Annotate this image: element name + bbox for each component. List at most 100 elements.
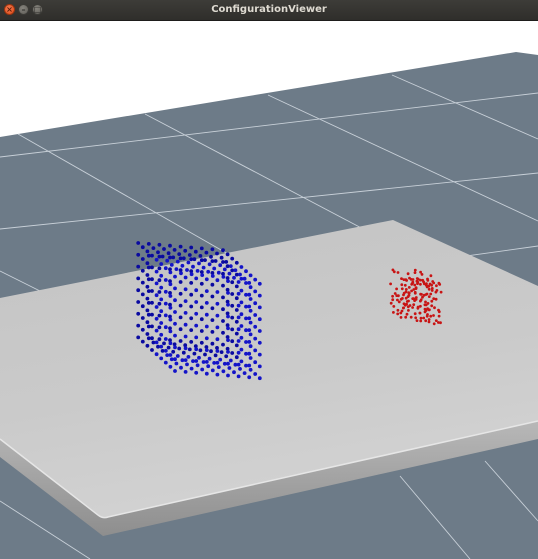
red-particle (416, 277, 420, 281)
blue-particle (257, 329, 262, 333)
red-particle (389, 301, 393, 305)
blue-particle (210, 282, 215, 287)
blue-particle (163, 325, 168, 330)
blue-particle (173, 298, 177, 303)
blue-particle (195, 363, 200, 368)
blue-particle (238, 272, 242, 277)
blue-particle (136, 276, 141, 281)
red-particle (407, 286, 411, 289)
blue-particle (157, 301, 162, 306)
3d-viewport[interactable] (0, 21, 538, 559)
blue-particle (209, 349, 213, 354)
blue-particle (221, 295, 225, 300)
blue-particle (157, 290, 162, 294)
blue-particle (242, 371, 247, 375)
blue-particle (236, 327, 241, 332)
blue-particle (150, 336, 154, 341)
blue-particle (230, 351, 235, 355)
red-particle (429, 274, 433, 278)
blue-particle (191, 264, 195, 269)
blue-particle (233, 268, 238, 273)
blue-particle (136, 300, 141, 304)
red-particle (424, 283, 428, 287)
blue-particle (159, 321, 164, 325)
blue-particle (150, 312, 154, 317)
blue-particle (173, 369, 177, 373)
blue-particle (257, 364, 262, 369)
blue-particle (200, 367, 205, 372)
red-particle (427, 318, 431, 321)
red-particle (404, 315, 408, 319)
blue-particle (194, 323, 199, 328)
red-particle (404, 288, 408, 291)
blue-particle (247, 340, 252, 344)
red-particle (427, 308, 431, 312)
blue-particle (248, 285, 253, 290)
blue-particle (136, 335, 141, 340)
blue-particle (183, 311, 188, 315)
red-particle (435, 289, 439, 292)
blue-particle (253, 313, 258, 317)
blue-particle (175, 259, 180, 264)
blue-particle (159, 332, 164, 337)
red-particle (399, 311, 403, 315)
blue-particle (248, 320, 253, 325)
blue-particle (210, 247, 215, 252)
blue-particle (248, 356, 253, 360)
blue-particle (248, 367, 253, 372)
blue-particle (145, 343, 150, 348)
blue-particle (187, 253, 192, 257)
blue-particle (179, 365, 183, 370)
blue-particle (183, 275, 188, 280)
blue-particle (215, 325, 220, 330)
blue-particle (165, 258, 170, 263)
blue-particle (239, 335, 244, 340)
blue-particle (253, 324, 258, 329)
blue-particle (216, 270, 221, 275)
blue-particle (140, 327, 145, 332)
blue-particle (197, 261, 201, 266)
blue-particle (225, 252, 230, 257)
blue-particle (236, 362, 241, 367)
red-particle (437, 308, 440, 312)
blue-particle (168, 243, 172, 248)
red-particle (419, 270, 422, 274)
blue-particle (140, 304, 145, 309)
red-particle (437, 281, 441, 285)
blue-particle (171, 255, 176, 260)
red-particle (434, 319, 438, 322)
red-particle (413, 271, 417, 274)
red-particle (391, 298, 395, 302)
blue-particle (187, 347, 192, 352)
red-particle (413, 290, 417, 294)
red-particle (416, 305, 420, 309)
blue-particle (226, 314, 230, 319)
blue-particle (173, 286, 177, 291)
blue-particle (204, 348, 209, 352)
blue-particle (154, 269, 159, 274)
red-particle (400, 283, 404, 287)
red-particle (429, 292, 433, 296)
blue-particle (210, 368, 215, 373)
red-particle (424, 319, 428, 323)
blue-particle (204, 289, 209, 293)
blue-particle (171, 349, 176, 354)
blue-particle (203, 258, 207, 262)
blue-particle (168, 329, 173, 334)
blue-particle (234, 284, 239, 289)
blue-particle (199, 246, 204, 251)
blue-particle (199, 293, 204, 298)
title-bar[interactable]: × – □ ConfigurationViewer (0, 0, 538, 21)
blue-particle (230, 339, 235, 344)
red-particle (406, 272, 410, 276)
blue-particle (204, 336, 209, 341)
blue-particle (159, 309, 164, 314)
blue-particle (230, 280, 235, 285)
blue-particle (218, 357, 223, 362)
blue-particle (146, 242, 151, 246)
blue-particle (228, 264, 233, 268)
red-particle (392, 305, 396, 308)
red-particle (396, 271, 400, 274)
blue-particle (226, 279, 230, 283)
blue-particle (136, 311, 141, 316)
